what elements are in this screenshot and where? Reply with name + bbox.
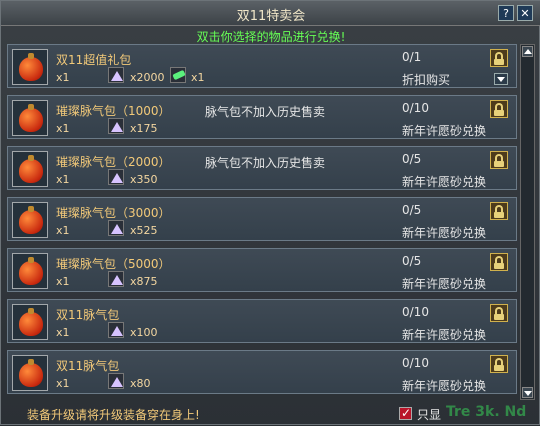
- item-note: 脉气包不加入历史售卖: [205, 105, 326, 119]
- title-bar: 双11特卖会 ? ✕: [1, 1, 540, 26]
- lock-icon[interactable]: [490, 304, 508, 322]
- window-title: 双11特卖会: [236, 9, 306, 24]
- item-icon[interactable]: [12, 49, 48, 85]
- item-quantity: x1: [56, 173, 70, 186]
- cost-amount: x2000: [130, 71, 165, 84]
- lock-icon[interactable]: [490, 100, 508, 118]
- scroll-up-icon[interactable]: [522, 46, 533, 57]
- item-list: 双11超值礼包 x1 x2000 x1 0/1 折扣购买 璀璨脉气包（1000）…: [7, 44, 517, 400]
- item-row[interactable]: 璀璨脉气包（1000） 脉气包不加入历史售卖 x1 x175 0/10 新年许愿…: [7, 95, 517, 139]
- gift-bag-icon: [19, 308, 43, 336]
- item-name: 双11脉气包: [56, 359, 120, 373]
- dropdown-icon[interactable]: [494, 73, 508, 85]
- item-name: 双11脉气包: [56, 308, 120, 322]
- purchase-count: 0/10: [402, 356, 429, 370]
- footer: 装备升级请将升级装备穿在身上! 只显 Tre 3k. Nd: [1, 402, 540, 426]
- exchange-action[interactable]: 新年许愿砂兑换: [402, 224, 486, 241]
- cost-amount: x80: [130, 377, 151, 390]
- exchange-action[interactable]: 新年许愿砂兑换: [402, 173, 486, 190]
- item-name: 璀璨脉气包（2000）: [56, 155, 171, 169]
- lock-icon[interactable]: [490, 49, 508, 67]
- watermark: Tre 3k. Nd: [446, 404, 527, 420]
- gift-bag-icon: [19, 257, 43, 285]
- item-quantity: x1: [56, 377, 70, 390]
- item-row[interactable]: 璀璨脉气包（2000） 脉气包不加入历史售卖 x1 x350 0/5 新年许愿砂…: [7, 146, 517, 190]
- item-name: 双11超值礼包: [56, 53, 132, 67]
- gift-bag-icon: [19, 155, 43, 183]
- cost-amount: x350: [130, 173, 158, 186]
- close-button[interactable]: ✕: [517, 5, 533, 21]
- help-button[interactable]: ?: [498, 5, 514, 21]
- item-quantity: x1: [56, 71, 70, 84]
- cost-amount: x175: [130, 122, 158, 135]
- purchase-count: 0/5: [402, 254, 422, 268]
- purchase-count: 0/10: [402, 305, 429, 319]
- item-row[interactable]: 双11脉气包 x1 x80 0/10 新年许愿砂兑换: [7, 350, 517, 394]
- item-row[interactable]: 双11脉气包 x1 x100 0/10 新年许愿砂兑换: [7, 299, 517, 343]
- item-name: 璀璨脉气包（3000）: [56, 206, 171, 220]
- scroll-down-icon[interactable]: [522, 387, 533, 398]
- gift-bag-icon: [19, 359, 43, 387]
- item-quantity: x1: [56, 275, 70, 288]
- exchange-action[interactable]: 新年许愿砂兑换: [402, 326, 486, 343]
- cost-amount: x525: [130, 224, 158, 237]
- item-icon[interactable]: [12, 253, 48, 289]
- lock-icon[interactable]: [490, 355, 508, 373]
- purple-crystal-icon: [108, 322, 124, 338]
- purple-crystal-icon: [108, 169, 124, 185]
- extra-cost-amount: x1: [191, 71, 205, 84]
- item-quantity: x1: [56, 122, 70, 135]
- item-name: 璀璨脉气包（5000）: [56, 257, 171, 271]
- purchase-action[interactable]: 折扣购买: [402, 71, 450, 88]
- scrollbar[interactable]: [520, 44, 535, 400]
- item-row[interactable]: 璀璨脉气包（3000） x1 x525 0/5 新年许愿砂兑换: [7, 197, 517, 241]
- exchange-action[interactable]: 新年许愿砂兑换: [402, 122, 486, 139]
- purchase-count: 0/10: [402, 101, 429, 115]
- purple-crystal-icon: [108, 373, 124, 389]
- purple-crystal-icon: [108, 271, 124, 287]
- purple-crystal-icon: [108, 118, 124, 134]
- lock-icon[interactable]: [490, 253, 508, 271]
- item-quantity: x1: [56, 224, 70, 237]
- item-icon[interactable]: [12, 304, 48, 340]
- exchange-action[interactable]: 新年许愿砂兑换: [402, 377, 486, 394]
- lock-icon[interactable]: [490, 202, 508, 220]
- instruction-text: 双击你选择的物品进行兑换!: [196, 30, 346, 44]
- lock-icon[interactable]: [490, 151, 508, 169]
- show-only-checkbox[interactable]: [399, 406, 412, 420]
- gift-bag-icon: [19, 53, 43, 81]
- item-icon[interactable]: [12, 151, 48, 187]
- purple-crystal-icon: [108, 67, 124, 83]
- purchase-count: 0/5: [402, 203, 422, 217]
- cost-amount: x875: [130, 275, 158, 288]
- footer-tip: 装备升级请将升级装备穿在身上!: [27, 408, 200, 422]
- purple-crystal-icon: [108, 220, 124, 236]
- item-icon[interactable]: [12, 100, 48, 136]
- item-name: 璀璨脉气包（1000）: [56, 104, 171, 118]
- gift-bag-icon: [19, 104, 43, 132]
- item-icon[interactable]: [12, 202, 48, 238]
- shop-window: 双11特卖会 ? ✕ 双击你选择的物品进行兑换! 双11超值礼包 x1 x200…: [0, 0, 540, 425]
- item-note: 脉气包不加入历史售卖: [205, 156, 326, 170]
- purchase-count: 0/1: [402, 50, 422, 64]
- item-row[interactable]: 双11超值礼包 x1 x2000 x1 0/1 折扣购买: [7, 44, 517, 88]
- gift-bag-icon: [19, 206, 43, 234]
- purchase-count: 0/5: [402, 152, 422, 166]
- exchange-action[interactable]: 新年许愿砂兑换: [402, 275, 486, 292]
- cost-amount: x100: [130, 326, 158, 339]
- show-only-label: 只显: [417, 408, 442, 422]
- item-row[interactable]: 璀璨脉气包（5000） x1 x875 0/5 新年许愿砂兑换: [7, 248, 517, 292]
- green-feather-icon: [170, 67, 186, 83]
- item-icon[interactable]: [12, 355, 48, 391]
- item-quantity: x1: [56, 326, 70, 339]
